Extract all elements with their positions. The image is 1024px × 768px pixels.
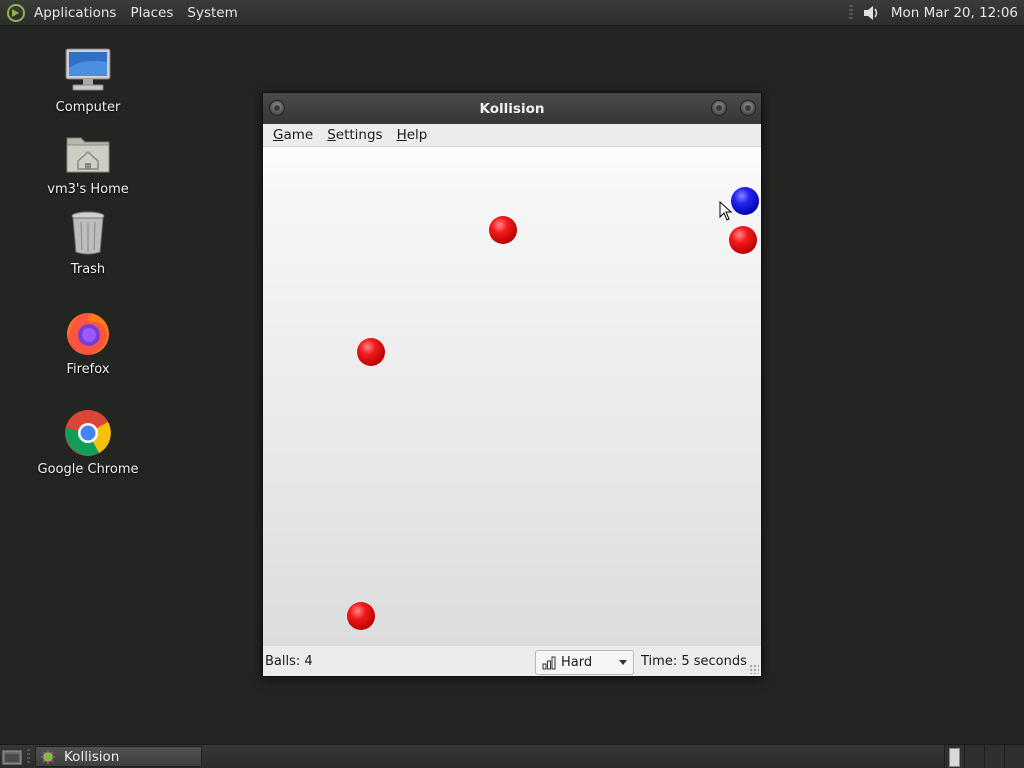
bottom-taskbar: Kollision <box>0 744 1024 768</box>
window-titlebar[interactable]: Kollision <box>263 93 761 124</box>
game-playfield[interactable] <box>263 147 761 646</box>
panel-grip <box>848 5 853 21</box>
menu-help[interactable]: Help <box>397 127 428 143</box>
desktop-icon-label: vm3's Home <box>47 182 129 197</box>
system-menu[interactable]: System <box>181 5 245 21</box>
minimize-button[interactable] <box>711 100 727 116</box>
workspace-switcher <box>944 745 1024 768</box>
mate-logo-icon[interactable] <box>6 3 26 23</box>
workspace-3[interactable] <box>984 745 1004 768</box>
difficulty-bars-icon <box>542 656 556 669</box>
menu-help-rest: elp <box>406 127 428 143</box>
time-elapsed: Time: 5 seconds <box>641 654 747 669</box>
taskbar-item-label: Kollision <box>64 748 120 765</box>
desktop-icon-home[interactable]: vm3's Home <box>28 128 148 197</box>
window-title: Kollision <box>479 100 545 117</box>
desktop-icon-label: Google Chrome <box>37 462 139 477</box>
workspace-4[interactable] <box>1004 745 1024 768</box>
desktop-icon-chrome[interactable]: Google Chrome <box>28 408 148 477</box>
blue-player-ball[interactable] <box>731 187 759 215</box>
menu-help-accel: H <box>396 127 407 143</box>
top-panel: Applications Places System Mon Mar 20, 1… <box>0 0 1024 26</box>
difficulty-value: Hard <box>561 655 593 670</box>
menubar: Game Settings Help <box>263 124 761 147</box>
home-folder-icon <box>66 137 110 173</box>
chrome-icon <box>65 410 111 456</box>
desktop-icon-computer[interactable]: Computer <box>28 46 148 115</box>
difficulty-selector[interactable]: Hard <box>535 650 634 675</box>
kollision-window: Kollision Game Settings Help Balls: 4 Ha… <box>262 92 762 677</box>
window-menu-button[interactable] <box>269 100 285 116</box>
desktop-icon-label: Trash <box>70 262 106 277</box>
desktop-icon-trash[interactable]: Trash <box>28 208 148 277</box>
desktop-icon-firefox[interactable]: Firefox <box>28 308 148 377</box>
applications-menu[interactable]: Applications <box>32 5 124 21</box>
red-ball <box>489 216 517 244</box>
red-ball <box>347 602 375 630</box>
maximize-button[interactable] <box>740 100 756 116</box>
computer-icon <box>65 48 111 91</box>
red-ball <box>729 226 757 254</box>
taskbar-grip <box>27 749 30 765</box>
kollision-app-icon <box>41 749 55 764</box>
taskbar-item-kollision[interactable]: Kollision <box>35 746 202 767</box>
workspace-1[interactable] <box>944 745 964 768</box>
menu-settings-rest: ettings <box>335 127 383 143</box>
dropdown-arrow-icon <box>619 660 627 665</box>
workspace-2[interactable] <box>964 745 984 768</box>
menu-settings[interactable]: Settings <box>327 127 382 143</box>
panel-clock[interactable]: Mon Mar 20, 12:06 <box>891 5 1018 21</box>
trash-icon <box>71 211 105 255</box>
statusbar: Balls: 4 Hard Time: 5 seconds <box>263 645 761 676</box>
menu-game-accel: G <box>273 127 284 143</box>
menu-settings-accel: S <box>327 127 336 143</box>
desktop-icon-label: Firefox <box>66 362 110 377</box>
mouse-cursor-icon <box>719 201 733 221</box>
balls-count: Balls: 4 <box>265 653 313 669</box>
volume-speaker-icon[interactable] <box>861 3 881 23</box>
menu-game[interactable]: Game <box>273 127 313 143</box>
resize-grip[interactable] <box>749 664 759 674</box>
red-ball <box>357 338 385 366</box>
panel-tray: Mon Mar 20, 12:06 <box>848 0 1024 26</box>
menu-game-rest: ame <box>283 127 314 143</box>
desktop-icon-label: Computer <box>55 100 121 115</box>
show-desktop-icon[interactable] <box>2 748 22 766</box>
places-menu[interactable]: Places <box>124 5 181 21</box>
firefox-icon <box>67 312 109 355</box>
